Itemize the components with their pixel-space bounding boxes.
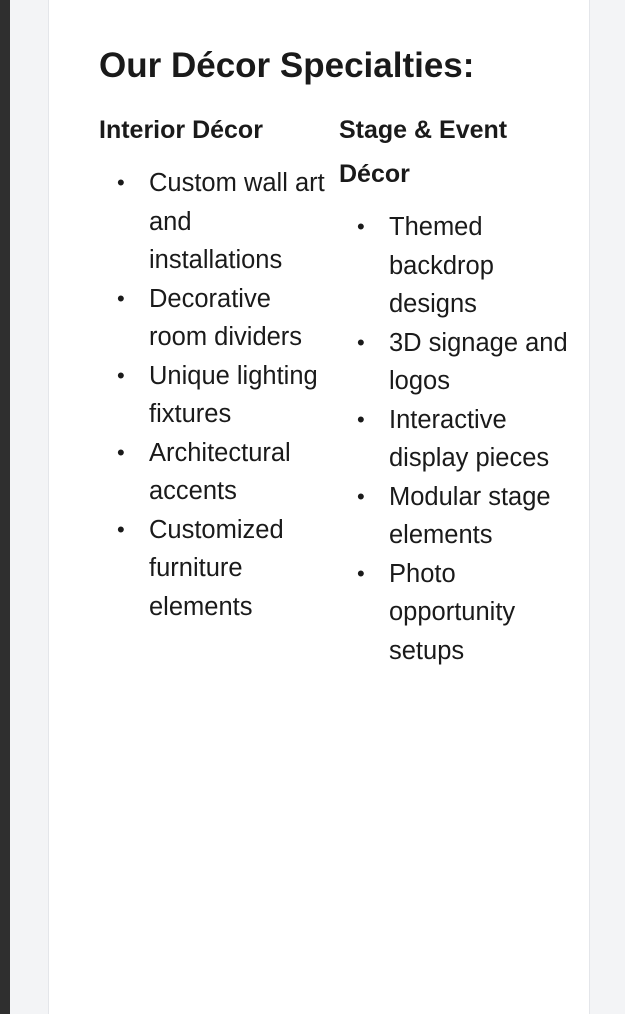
bullet-icon: • [357,406,365,432]
list-item: • 3D signage and logos [339,324,574,401]
list-item-label: Customized furniture elements [149,515,284,621]
list-item: • Modular stage elements [339,478,574,555]
bullet-icon: • [357,214,365,239]
column-stage-event-decor: Stage & Event Décor • Themed backdrop des… [339,108,579,670]
left-border-bar [0,0,10,1014]
bullet-icon: • [357,560,365,586]
list-item: • Interactive display pieces [339,401,574,478]
list-item-label: Modular stage elements [389,482,551,550]
list-item-label: 3D signage and logos [389,328,568,396]
bullet-icon: • [357,329,365,355]
list-item-label: Photo opportunity setups [389,559,516,665]
bullet-icon: • [117,516,125,542]
specialties-card: Our Décor Specialties: Interior Décor • C… [48,0,590,1014]
list-item: • Decorative room dividers [99,280,329,357]
list-item-label: Decorative room dividers [149,284,303,352]
list-item: • Unique lighting fixtures [99,357,329,434]
bullet-icon: • [117,362,125,388]
specialty-list: • Themed backdrop designs • 3D signage and… [339,208,579,670]
bullet-icon: • [117,170,125,195]
column-interior-decor: Interior Décor • Custom wall art and inst… [99,108,329,626]
column-title: Interior Décor [99,116,263,144]
bullet-icon: • [357,483,365,509]
list-item-label: Themed backdrop designs [389,213,494,318]
left-gutter [10,0,48,1014]
list-item: • Photo opportunity setups [339,555,574,671]
list-item: • Customized furniture elements [99,511,329,627]
bullet-icon: • [117,285,125,311]
column-title: Stage & Event Décor [339,116,508,188]
list-item: • Themed backdrop designs [339,208,574,324]
list-item: • Architectural accents [99,434,329,511]
list-item-label: Interactive display pieces [389,405,550,473]
specialty-list: • Custom wall art and installations • Deco… [99,164,329,626]
list-item-label: Custom wall art and installations [149,169,325,274]
list-item: • Custom wall art and installations [99,164,329,280]
bullet-icon: • [117,439,125,465]
section-heading: Our Décor Specialties: [99,46,475,85]
list-item-label: Unique lighting fixtures [149,361,318,429]
list-item-label: Architectural accents [149,438,291,506]
right-gutter [590,0,625,1014]
